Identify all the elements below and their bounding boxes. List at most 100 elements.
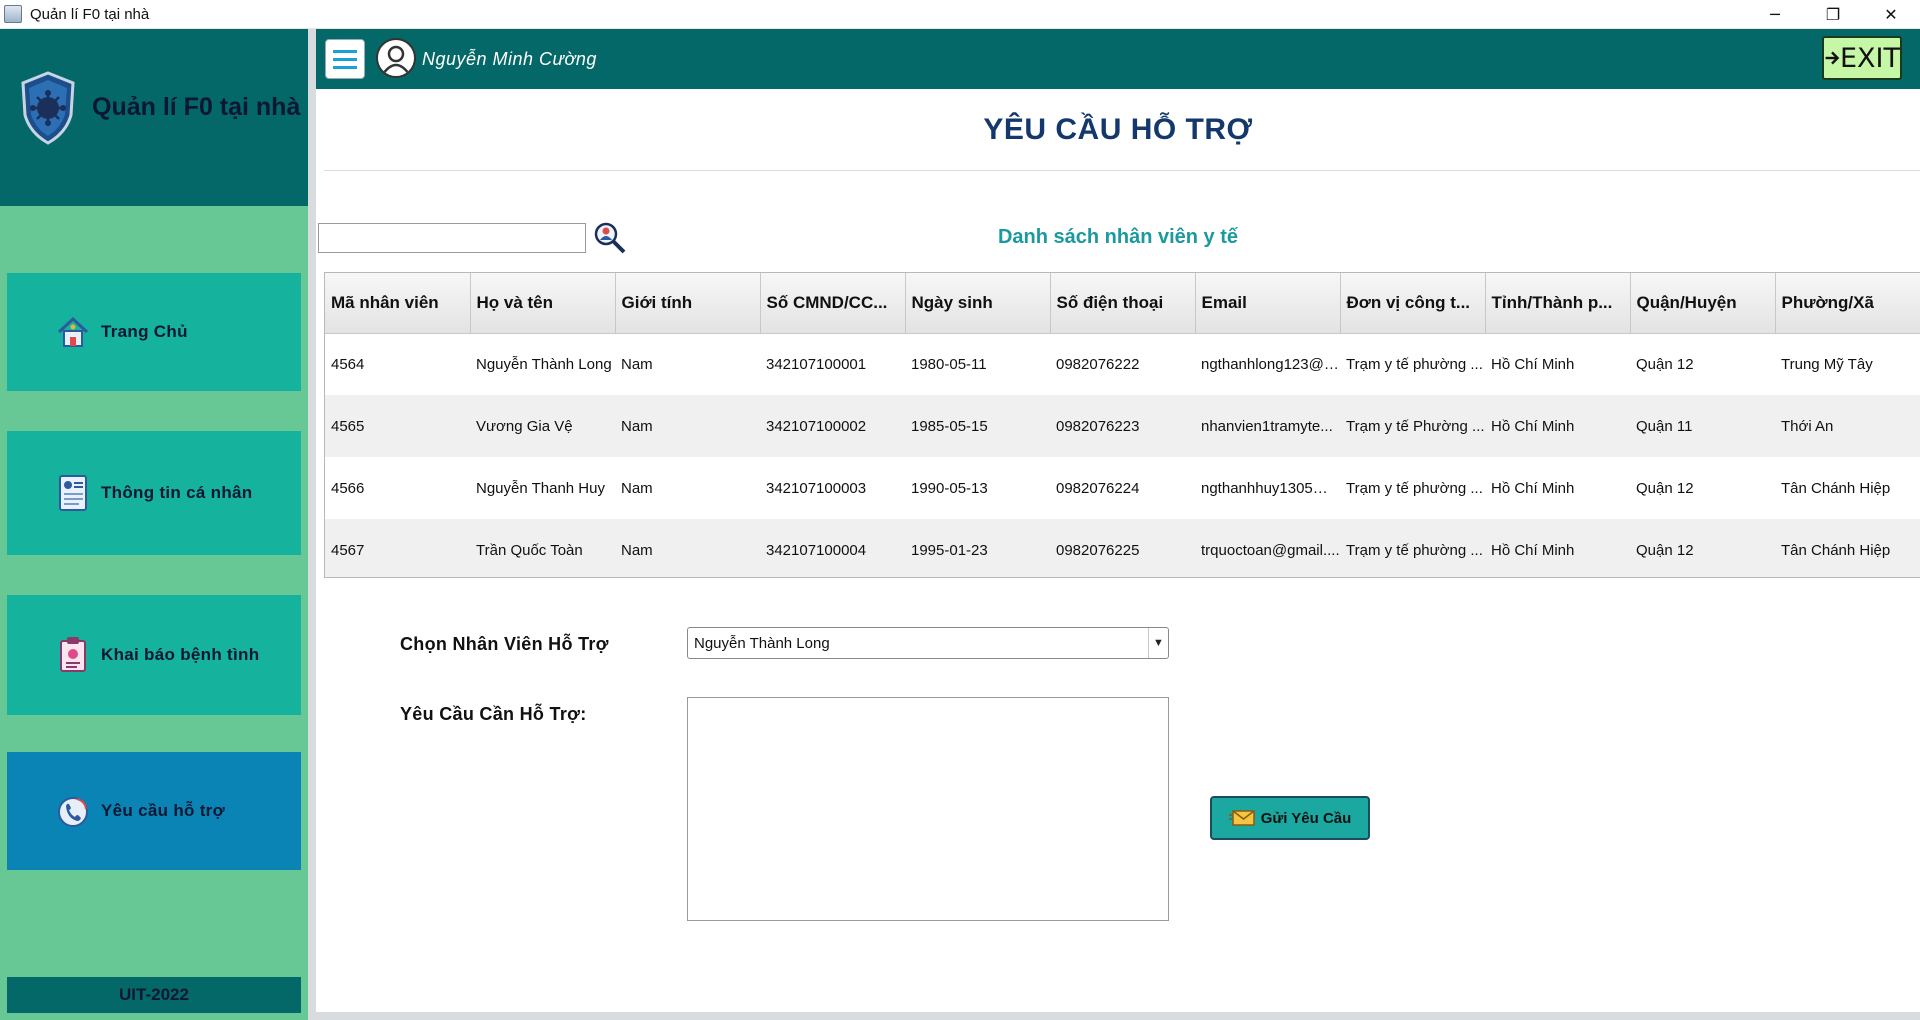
medical-report-icon bbox=[53, 635, 93, 675]
sidebar-item-label: Trang Chủ bbox=[101, 322, 188, 341]
column-header[interactable]: Tỉnh/Thành p... bbox=[1485, 273, 1631, 334]
sidebar-header: Quản lí F0 tại nhà bbox=[0, 29, 308, 206]
table-cell: Tân Chánh Hiệp bbox=[1775, 519, 1920, 577]
table-cell: Nguyễn Thành Long bbox=[470, 333, 615, 395]
table-cell: Thới An bbox=[1775, 395, 1920, 457]
table-cell: Vương Gia Vệ bbox=[470, 395, 615, 457]
sidebar-item-profile[interactable]: Thông tin cá nhân bbox=[7, 431, 301, 555]
hamburger-line bbox=[333, 49, 357, 53]
table-header-row: Mã nhân viên Họ và tên Giới tính Số CMND… bbox=[325, 273, 1920, 334]
table-cell: 1990-05-13 bbox=[905, 457, 1050, 519]
table-row[interactable]: 4566 Nguyễn Thanh Huy Nam 342107100003 1… bbox=[325, 457, 1920, 519]
table-cell: 4566 bbox=[325, 457, 470, 519]
table-cell: ngthanhhuy1305@... bbox=[1195, 457, 1340, 519]
table-cell: 1985-05-15 bbox=[905, 395, 1050, 457]
selected-staff-value: Nguyễn Thành Long bbox=[694, 634, 830, 652]
window-titlebar: Quản lí F0 tại nhà ─ ❐ ✕ bbox=[0, 0, 1920, 29]
restore-button[interactable]: ❐ bbox=[1804, 0, 1862, 29]
window-title: Quản lí F0 tại nhà bbox=[30, 5, 150, 23]
table-row[interactable]: 4567 Trần Quốc Toàn Nam 342107100004 199… bbox=[325, 519, 1920, 577]
table-cell: 342107100003 bbox=[760, 457, 905, 519]
sidebar-item-health-declaration[interactable]: Khai báo bệnh tình bbox=[7, 595, 301, 715]
column-header[interactable]: Giới tính bbox=[615, 273, 761, 334]
hamburger-line bbox=[333, 57, 357, 61]
envelope-icon bbox=[1228, 810, 1255, 826]
sidebar-item-label: Khai báo bệnh tình bbox=[101, 645, 260, 664]
column-header[interactable]: Họ và tên bbox=[470, 273, 616, 334]
table-cell: 4565 bbox=[325, 395, 470, 457]
table-cell: Tân Chánh Hiệp bbox=[1775, 457, 1920, 519]
staff-list-title: Danh sách nhân viên y tế bbox=[997, 226, 1239, 248]
table-cell: Quận 12 bbox=[1630, 457, 1775, 519]
table-cell: 4567 bbox=[325, 519, 470, 577]
column-header[interactable]: Số CMND/CC... bbox=[760, 273, 906, 334]
content-bottom-border bbox=[316, 1012, 1920, 1020]
top-header-bar: Nguyễn Minh Cường EXIT bbox=[316, 29, 1920, 89]
table-cell: ngthanhlong123@g... bbox=[1195, 333, 1340, 395]
table-cell: Hồ Chí Minh bbox=[1485, 395, 1630, 457]
table-cell: 1980-05-11 bbox=[905, 333, 1050, 395]
staff-select-dropdown[interactable]: Nguyễn Thành Long ▼ bbox=[687, 627, 1169, 659]
table-cell: Trạm y tế phường ... bbox=[1340, 519, 1485, 577]
column-header[interactable]: Đơn vị công t... bbox=[1340, 273, 1486, 334]
sidebar-item-support-request[interactable]: Yêu cầu hỗ trợ bbox=[7, 752, 301, 870]
send-request-button[interactable]: Gửi Yêu Cầu bbox=[1210, 796, 1370, 840]
table-cell: nhanvien1tramyte... bbox=[1195, 395, 1340, 457]
table-row[interactable]: 4564 Nguyễn Thành Long Nam 342107100001 … bbox=[325, 333, 1920, 395]
hamburger-menu-button[interactable] bbox=[325, 39, 365, 79]
shield-virus-logo-icon bbox=[21, 71, 75, 145]
send-request-label: Gửi Yêu Cầu bbox=[1260, 809, 1352, 827]
table-cell: Nam bbox=[615, 519, 760, 577]
table-cell: Quận 12 bbox=[1630, 333, 1775, 395]
column-header[interactable]: Mã nhân viên bbox=[325, 273, 471, 334]
layout-separator bbox=[308, 29, 316, 1020]
table-cell: 0982076222 bbox=[1050, 333, 1195, 395]
sidebar-item-label: Thông tin cá nhân bbox=[101, 483, 253, 502]
table-cell: Quận 12 bbox=[1630, 519, 1775, 577]
support-call-icon bbox=[53, 791, 93, 831]
minimize-button[interactable]: ─ bbox=[1746, 0, 1804, 29]
table-cell: 0982076224 bbox=[1050, 457, 1195, 519]
exit-button[interactable]: EXIT bbox=[1822, 36, 1902, 80]
hamburger-line bbox=[333, 65, 357, 69]
table-cell: Nguyễn Thanh Huy bbox=[470, 457, 615, 519]
table-cell: Hồ Chí Minh bbox=[1485, 333, 1630, 395]
table-cell: 4564 bbox=[325, 333, 470, 395]
column-header[interactable]: Số điện thoại bbox=[1050, 273, 1196, 334]
table-cell: Quận 11 bbox=[1630, 395, 1775, 457]
dropdown-arrow-icon[interactable]: ▼ bbox=[1148, 628, 1168, 658]
user-avatar-icon bbox=[376, 38, 416, 78]
column-header[interactable]: Email bbox=[1195, 273, 1341, 334]
sidebar-item-home[interactable]: Trang Chủ bbox=[7, 273, 301, 391]
profile-document-icon bbox=[53, 473, 93, 513]
table-cell: Hồ Chí Minh bbox=[1485, 519, 1630, 577]
table-cell: 1995-01-23 bbox=[905, 519, 1050, 577]
table-cell: Nam bbox=[615, 457, 760, 519]
table-cell: Trạm y tế Phường ... bbox=[1340, 395, 1485, 457]
sidebar-footer: UIT-2022 bbox=[7, 977, 301, 1013]
table-cell: 0982076223 bbox=[1050, 395, 1195, 457]
close-button[interactable]: ✕ bbox=[1862, 0, 1920, 29]
table-row[interactable]: 4565 Vương Gia Vệ Nam 342107100002 1985-… bbox=[325, 395, 1920, 457]
table-cell: Trần Quốc Toàn bbox=[470, 519, 615, 577]
column-header[interactable]: Phường/Xã bbox=[1775, 273, 1920, 334]
sidebar: Quản lí F0 tại nhà Trang Chủ Thông tin c… bbox=[0, 29, 308, 1020]
column-header[interactable]: Ngày sinh bbox=[905, 273, 1051, 334]
user-name: Nguyễn Minh Cường bbox=[422, 49, 597, 69]
table-cell: Trung Mỹ Tây bbox=[1775, 333, 1920, 395]
table-cell: 342107100004 bbox=[760, 519, 905, 577]
sidebar-app-title: Quản lí F0 tại nhà bbox=[92, 93, 301, 121]
request-textarea[interactable] bbox=[687, 697, 1169, 921]
table-cell: Hồ Chí Minh bbox=[1485, 457, 1630, 519]
table-cell: Nam bbox=[615, 333, 760, 395]
main-content: YÊU CẦU HỖ TRỢ Danh sách nhân viên y tế … bbox=[316, 95, 1920, 1015]
table-cell: 342107100002 bbox=[760, 395, 905, 457]
request-label: Yêu Cầu Cần Hỗ Trợ: bbox=[400, 704, 587, 724]
table-cell: 342107100001 bbox=[760, 333, 905, 395]
table-cell: 0982076225 bbox=[1050, 519, 1195, 577]
select-staff-label: Chọn Nhân Viên Hỗ Trợ bbox=[400, 634, 609, 654]
column-header[interactable]: Quận/Huyện bbox=[1630, 273, 1776, 334]
staff-table: Mã nhân viên Họ và tên Giới tính Số CMND… bbox=[324, 272, 1920, 578]
page-title: YÊU CẦU HỖ TRỢ bbox=[983, 113, 1253, 146]
table-cell: trquoctoan@gmail.... bbox=[1195, 519, 1340, 577]
